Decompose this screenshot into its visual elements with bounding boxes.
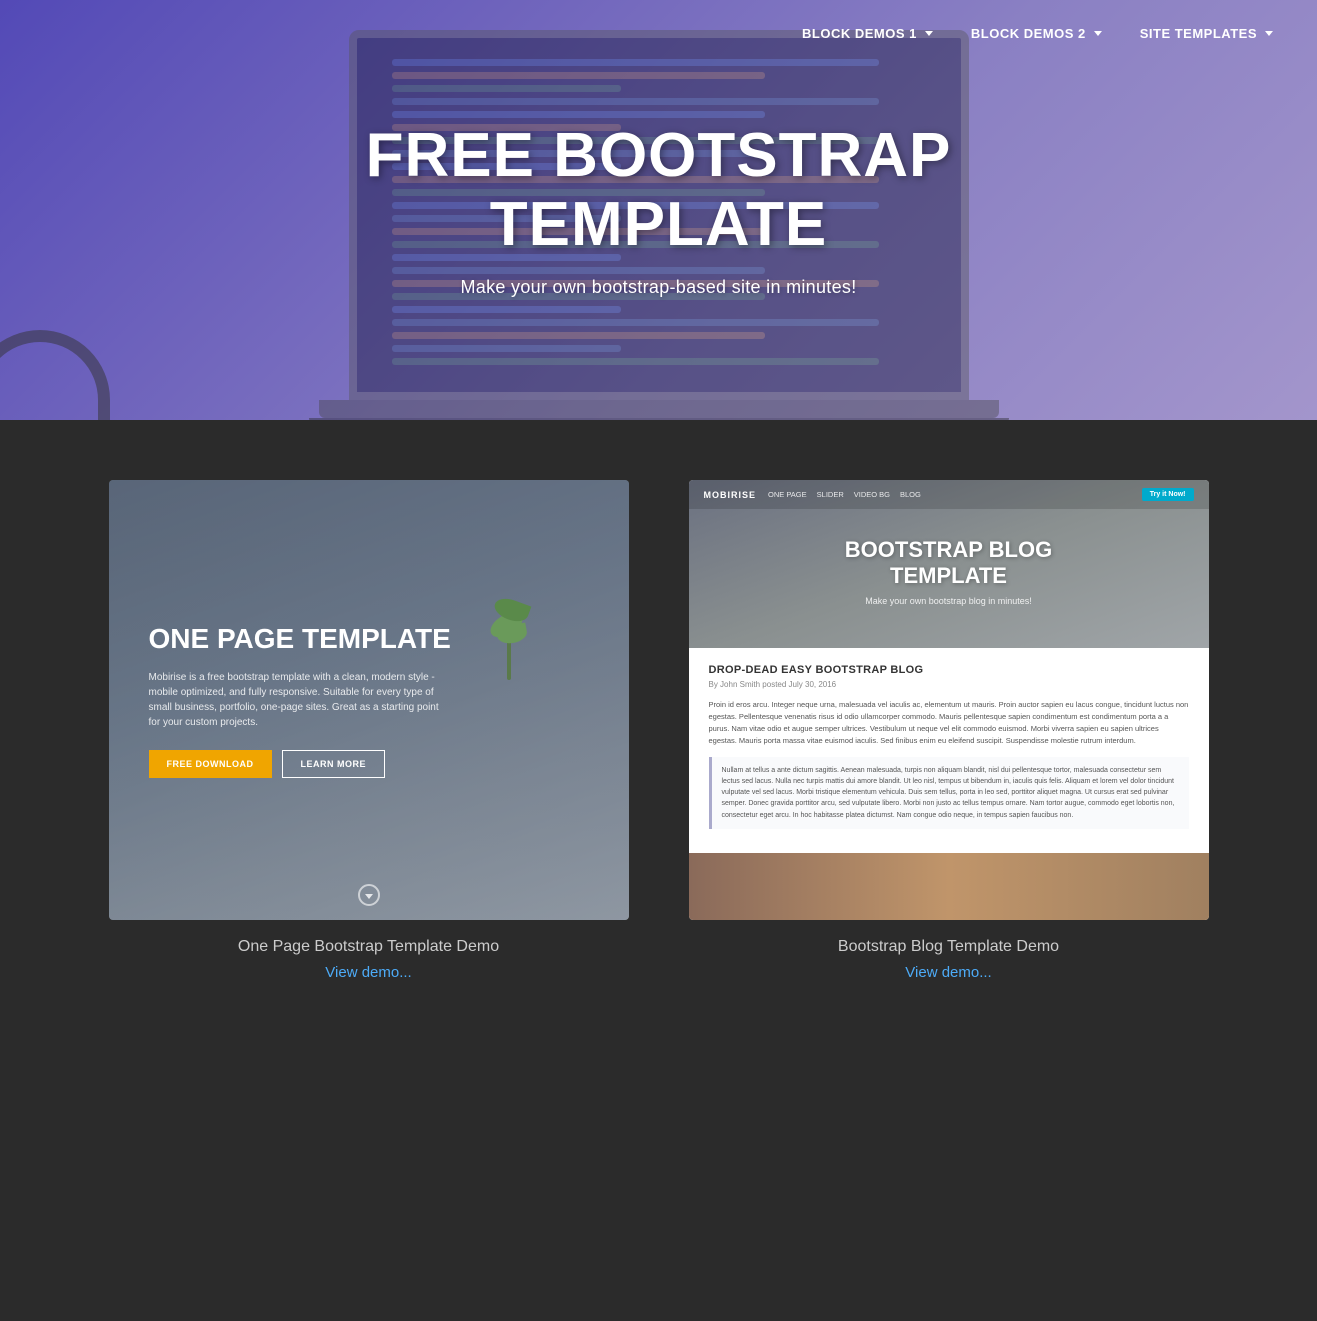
- onepage-preview-title: ONE PAGE TEMPLATE: [149, 622, 589, 656]
- nav-block-demos-1[interactable]: BLOCK DEMOS 1: [788, 18, 947, 49]
- blog-header: MOBIRISE ONE PAGE SLIDER VIDEO BG BLOG T…: [689, 480, 1209, 648]
- blog-nav-cta[interactable]: Try it Now!: [1142, 488, 1194, 501]
- hero-title: FREE BOOTSTRAPTEMPLATE: [366, 122, 952, 258]
- onepage-buttons: FREE DOWNLOAD LEARN MORE: [149, 750, 589, 778]
- free-download-button[interactable]: FREE DOWNLOAD: [149, 750, 272, 778]
- template-card-blog: MOBIRISE ONE PAGE SLIDER VIDEO BG BLOG T…: [689, 480, 1209, 981]
- blog-label: Bootstrap Blog Template Demo: [838, 938, 1059, 956]
- nav-site-templates[interactable]: SITE TEMPLATES: [1126, 18, 1287, 49]
- laptop-base: [319, 400, 999, 418]
- scroll-indicator: [358, 884, 380, 906]
- onepage-preview-text: Mobirise is a free bootstrap template wi…: [149, 670, 449, 730]
- blog-food-image: [689, 853, 1209, 920]
- blog-nav-logo: MOBIRISE: [704, 490, 757, 500]
- hero-subtitle: Make your own bootstrap-based site in mi…: [366, 277, 952, 298]
- templates-grid: ONE PAGE TEMPLATE Mobirise is a free boo…: [109, 480, 1209, 981]
- article-quote: Nullam at tellus a ante dictum sagittis.…: [709, 757, 1189, 829]
- nav-link-onepage[interactable]: ONE PAGE: [768, 490, 807, 499]
- chevron-down-icon: [1265, 31, 1273, 36]
- scroll-down-icon: [365, 894, 373, 899]
- chevron-down-icon: [1094, 31, 1102, 36]
- blog-hero-title: BOOTSTRAP BLOGTEMPLATE: [845, 537, 1052, 590]
- learn-more-button[interactable]: LEARN MORE: [282, 750, 386, 778]
- onepage-view-demo-link[interactable]: View demo...: [325, 964, 411, 981]
- article-title: DROP-DEAD EASY BOOTSTRAP BLOG: [709, 664, 1189, 676]
- onepage-label: One Page Bootstrap Template Demo: [238, 938, 499, 956]
- article-text: Proin id eros arcu. Integer neque urna, …: [709, 699, 1189, 747]
- blog-hero-subtitle: Make your own bootstrap blog in minutes!: [865, 596, 1032, 606]
- onepage-content: ONE PAGE TEMPLATE Mobirise is a free boo…: [109, 582, 629, 818]
- blog-nav: MOBIRISE ONE PAGE SLIDER VIDEO BG BLOG T…: [689, 480, 1209, 509]
- blog-nav-links: ONE PAGE SLIDER VIDEO BG BLOG: [768, 490, 921, 499]
- laptop-base-shadow: [309, 418, 1009, 420]
- nav-link-blog[interactable]: BLOG: [900, 490, 921, 499]
- nav-link-slider[interactable]: SLIDER: [817, 490, 844, 499]
- templates-section: ONE PAGE TEMPLATE Mobirise is a free boo…: [0, 420, 1317, 1061]
- nav-block-demos-2[interactable]: BLOCK DEMOS 2: [957, 18, 1116, 49]
- blog-article: DROP-DEAD EASY BOOTSTRAP BLOG By John Sm…: [689, 648, 1209, 853]
- blog-preview[interactable]: MOBIRISE ONE PAGE SLIDER VIDEO BG BLOG T…: [689, 480, 1209, 920]
- onepage-preview[interactable]: ONE PAGE TEMPLATE Mobirise is a free boo…: [109, 480, 629, 920]
- nav-link-videobg[interactable]: VIDEO BG: [854, 490, 890, 499]
- template-card-onepage: ONE PAGE TEMPLATE Mobirise is a free boo…: [109, 480, 629, 981]
- chevron-down-icon: [925, 31, 933, 36]
- article-byline: By John Smith posted July 30, 2016: [709, 680, 1189, 689]
- blog-view-demo-link[interactable]: View demo...: [905, 964, 991, 981]
- main-nav: BLOCK DEMOS 1 BLOCK DEMOS 2 SITE TEMPLAT…: [758, 0, 1317, 67]
- hero-content: FREE BOOTSTRAPTEMPLATE Make your own boo…: [346, 122, 972, 297]
- headphones-decoration: [0, 330, 110, 420]
